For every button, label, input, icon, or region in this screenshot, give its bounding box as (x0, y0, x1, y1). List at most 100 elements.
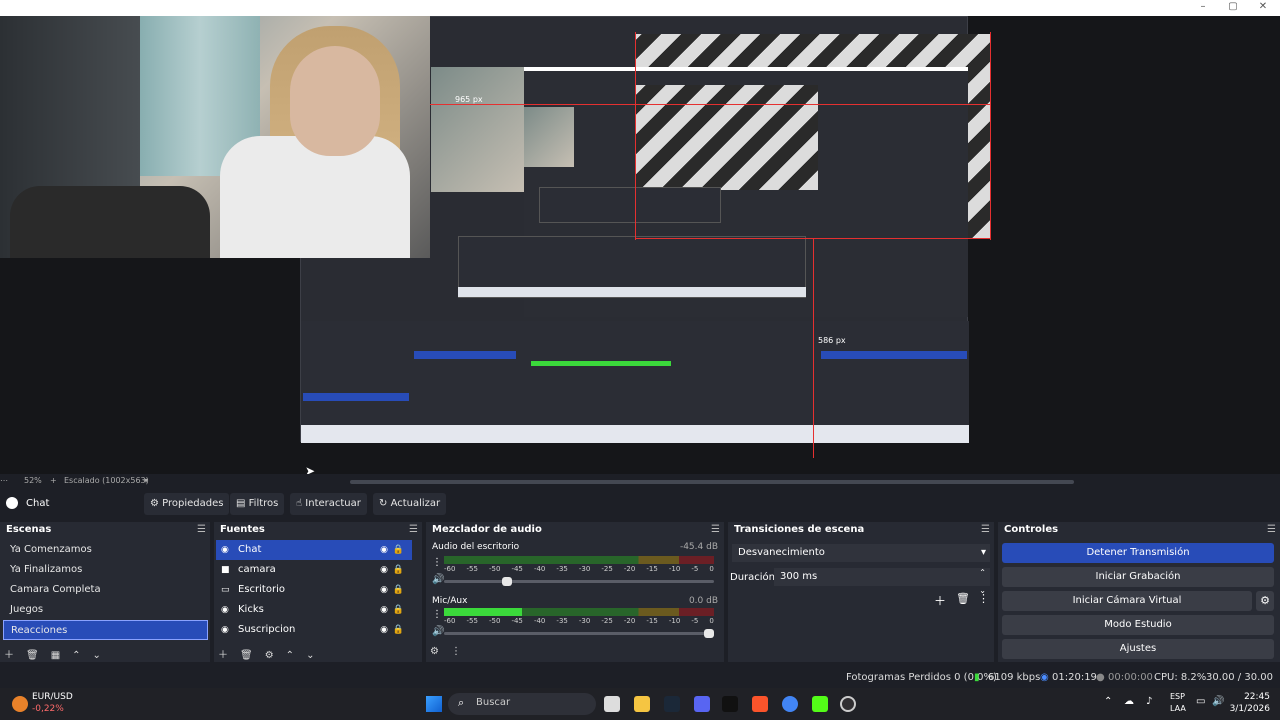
trash-icon[interactable]: 🗑 (26, 650, 39, 661)
eye-icon[interactable]: ◉ (380, 600, 388, 620)
down-arrow-icon[interactable]: ⌄ (93, 650, 101, 661)
minimize-button[interactable]: – (1188, 0, 1218, 16)
volume-slider[interactable] (444, 577, 714, 586)
discord-icon[interactable] (694, 696, 710, 712)
brave-icon[interactable] (752, 696, 768, 712)
scale-label[interactable]: Escalado (1002x563) (64, 476, 149, 485)
maximize-button[interactable]: ▢ (1218, 0, 1248, 16)
dock-menu-icon[interactable]: ☰ (409, 522, 418, 538)
lock-icon[interactable]: 🔒 (393, 600, 404, 620)
file-explorer-icon[interactable] (634, 696, 650, 712)
eye-icon[interactable]: ◉ (380, 560, 388, 580)
trash-icon[interactable]: 🗑 (956, 592, 970, 605)
webcam-source[interactable] (0, 16, 430, 258)
settings-button[interactable]: Ajustes (1002, 639, 1274, 659)
kebab-icon[interactable]: ⋮ (432, 557, 442, 568)
scene-item[interactable]: Juegos (3, 600, 208, 620)
gear-icon[interactable]: ⚙ (1256, 591, 1274, 611)
volume-meter (444, 556, 714, 564)
dock-menu-icon[interactable]: ☰ (981, 522, 990, 538)
volume-slider[interactable] (444, 629, 714, 638)
up-arrow-icon[interactable]: ⌃ (72, 650, 80, 661)
gear-icon[interactable]: ⚙ (430, 646, 439, 657)
meter-tick-label: -50 (488, 565, 501, 573)
virtual-camera-button[interactable]: Iniciar Cámara Virtual (1002, 591, 1252, 611)
speaker-icon[interactable]: 🔊 (432, 574, 444, 585)
source-item[interactable]: ◉ Kicks ◉ 🔒 (216, 600, 412, 620)
kick-icon[interactable] (812, 696, 828, 712)
scene-item-selected[interactable]: Reacciones (3, 620, 208, 640)
windows-start-icon[interactable] (426, 696, 442, 712)
add-icon[interactable]: ＋ (218, 650, 228, 661)
stop-stream-button[interactable]: Detener Transmisión (1002, 543, 1274, 563)
add-icon[interactable]: ＋ (934, 592, 946, 609)
down-arrow-icon[interactable]: ⌄ (306, 650, 314, 661)
add-icon[interactable]: ＋ (4, 650, 14, 661)
network-icon[interactable]: ▭ (1196, 696, 1205, 707)
clock-time[interactable]: 22:45 (1226, 692, 1270, 702)
zoom-label[interactable]: 52% (24, 476, 42, 485)
trash-icon[interactable]: 🗑 (240, 650, 253, 661)
source-item-selected[interactable]: ◉ Chat ◉ 🔒 (216, 540, 412, 560)
scene-item[interactable]: Camara Completa (3, 580, 208, 600)
source-item[interactable]: ▭ Escritorio ◉ 🔒 (216, 580, 412, 600)
volume-knob[interactable] (501, 577, 512, 586)
search-box[interactable]: ⌕ Buscar (448, 693, 596, 715)
bitrate: 6109 kbps (988, 672, 1041, 683)
chrome-icon[interactable] (782, 696, 798, 712)
dock-menu-icon[interactable]: ☰ (1267, 522, 1276, 538)
start-recording-button[interactable]: Iniciar Grabación (1002, 567, 1274, 587)
dock-menu-icon[interactable]: ☰ (197, 522, 206, 538)
preview-scrollbar[interactable] (350, 480, 1074, 484)
volume-knob[interactable] (704, 629, 714, 638)
speaker-icon[interactable]: 🔊 (432, 626, 444, 637)
transitions-dock: Transiciones de escena ☰ Desvanecimiento … (728, 522, 994, 662)
filters-button[interactable]: ▤ Filtros (230, 493, 285, 515)
close-button[interactable]: ✕ (1248, 0, 1278, 16)
mic-icon[interactable]: ♪ (1146, 696, 1152, 707)
dock-menu-icon[interactable]: ☰ (711, 522, 720, 538)
source-item[interactable]: ◉ Suscripcion ◉ 🔒 (216, 620, 412, 640)
kebab-icon[interactable]: ⋮ (978, 592, 989, 605)
ticker-name[interactable]: EUR/USD (32, 692, 73, 702)
lock-icon[interactable]: 🔒 (393, 540, 404, 560)
filter-icon[interactable]: ▦ (51, 650, 60, 661)
lock-icon[interactable]: 🔒 (393, 560, 404, 580)
kebab-icon[interactable]: ⋮ (451, 646, 461, 657)
lock-icon[interactable]: 🔒 (393, 620, 404, 640)
kebab-icon[interactable]: ⋮ (432, 609, 442, 620)
refresh-button[interactable]: ↻ Actualizar (373, 493, 447, 515)
eye-icon[interactable]: ◉ (380, 580, 388, 600)
scene-item[interactable]: Ya Finalizamos (3, 560, 208, 580)
properties-button[interactable]: ⚙ Propiedades (144, 493, 230, 515)
epic-games-icon[interactable] (722, 696, 738, 712)
lock-icon[interactable]: 🔒 (393, 580, 404, 600)
gear-icon[interactable]: ⚙ (265, 650, 274, 661)
meter-ticks: -60 -55 -50 -45 -40 -35 -30 -25 -20 -15 -10 -5 0 (444, 617, 714, 625)
preview-canvas[interactable]: 965 px 586 px ➤ (0, 16, 1280, 474)
refresh-label: Actualizar (390, 498, 441, 509)
interact-button[interactable]: ☝ Interactuar (290, 493, 367, 515)
eye-icon[interactable]: ◉ (380, 620, 388, 640)
source-label: Suscripcion (238, 624, 296, 635)
up-arrow-icon[interactable]: ⌃ (286, 650, 294, 661)
cloud-icon[interactable]: ☁ (1124, 696, 1134, 707)
task-view-icon[interactable] (604, 696, 620, 712)
nested-meter (531, 361, 671, 366)
transition-select[interactable]: Desvanecimiento ▾ (732, 544, 990, 562)
nested-taskbar-large (301, 425, 969, 443)
steam-icon[interactable] (664, 696, 680, 712)
studio-mode-button[interactable]: Modo Estudio (1002, 615, 1274, 635)
scene-item[interactable]: Ya Comenzamos (3, 540, 208, 560)
scale-dropdown-icon[interactable]: ▾ (144, 476, 148, 485)
camera-icon: ■ (221, 565, 230, 575)
source-item[interactable]: ■ camara ◉ 🔒 (216, 560, 412, 580)
duration-input[interactable]: 300 ms ⌃ ⌄ (774, 568, 990, 595)
volume-icon[interactable]: 🔊 (1212, 696, 1224, 707)
obs-icon[interactable] (840, 696, 856, 712)
properties-label: Propiedades (162, 498, 224, 509)
chevron-up-icon[interactable]: ⌃ (1104, 696, 1112, 707)
striped-frame-small (636, 85, 818, 190)
eye-icon[interactable]: ◉ (380, 540, 388, 560)
language-indicator[interactable]: ESP (1170, 692, 1185, 701)
